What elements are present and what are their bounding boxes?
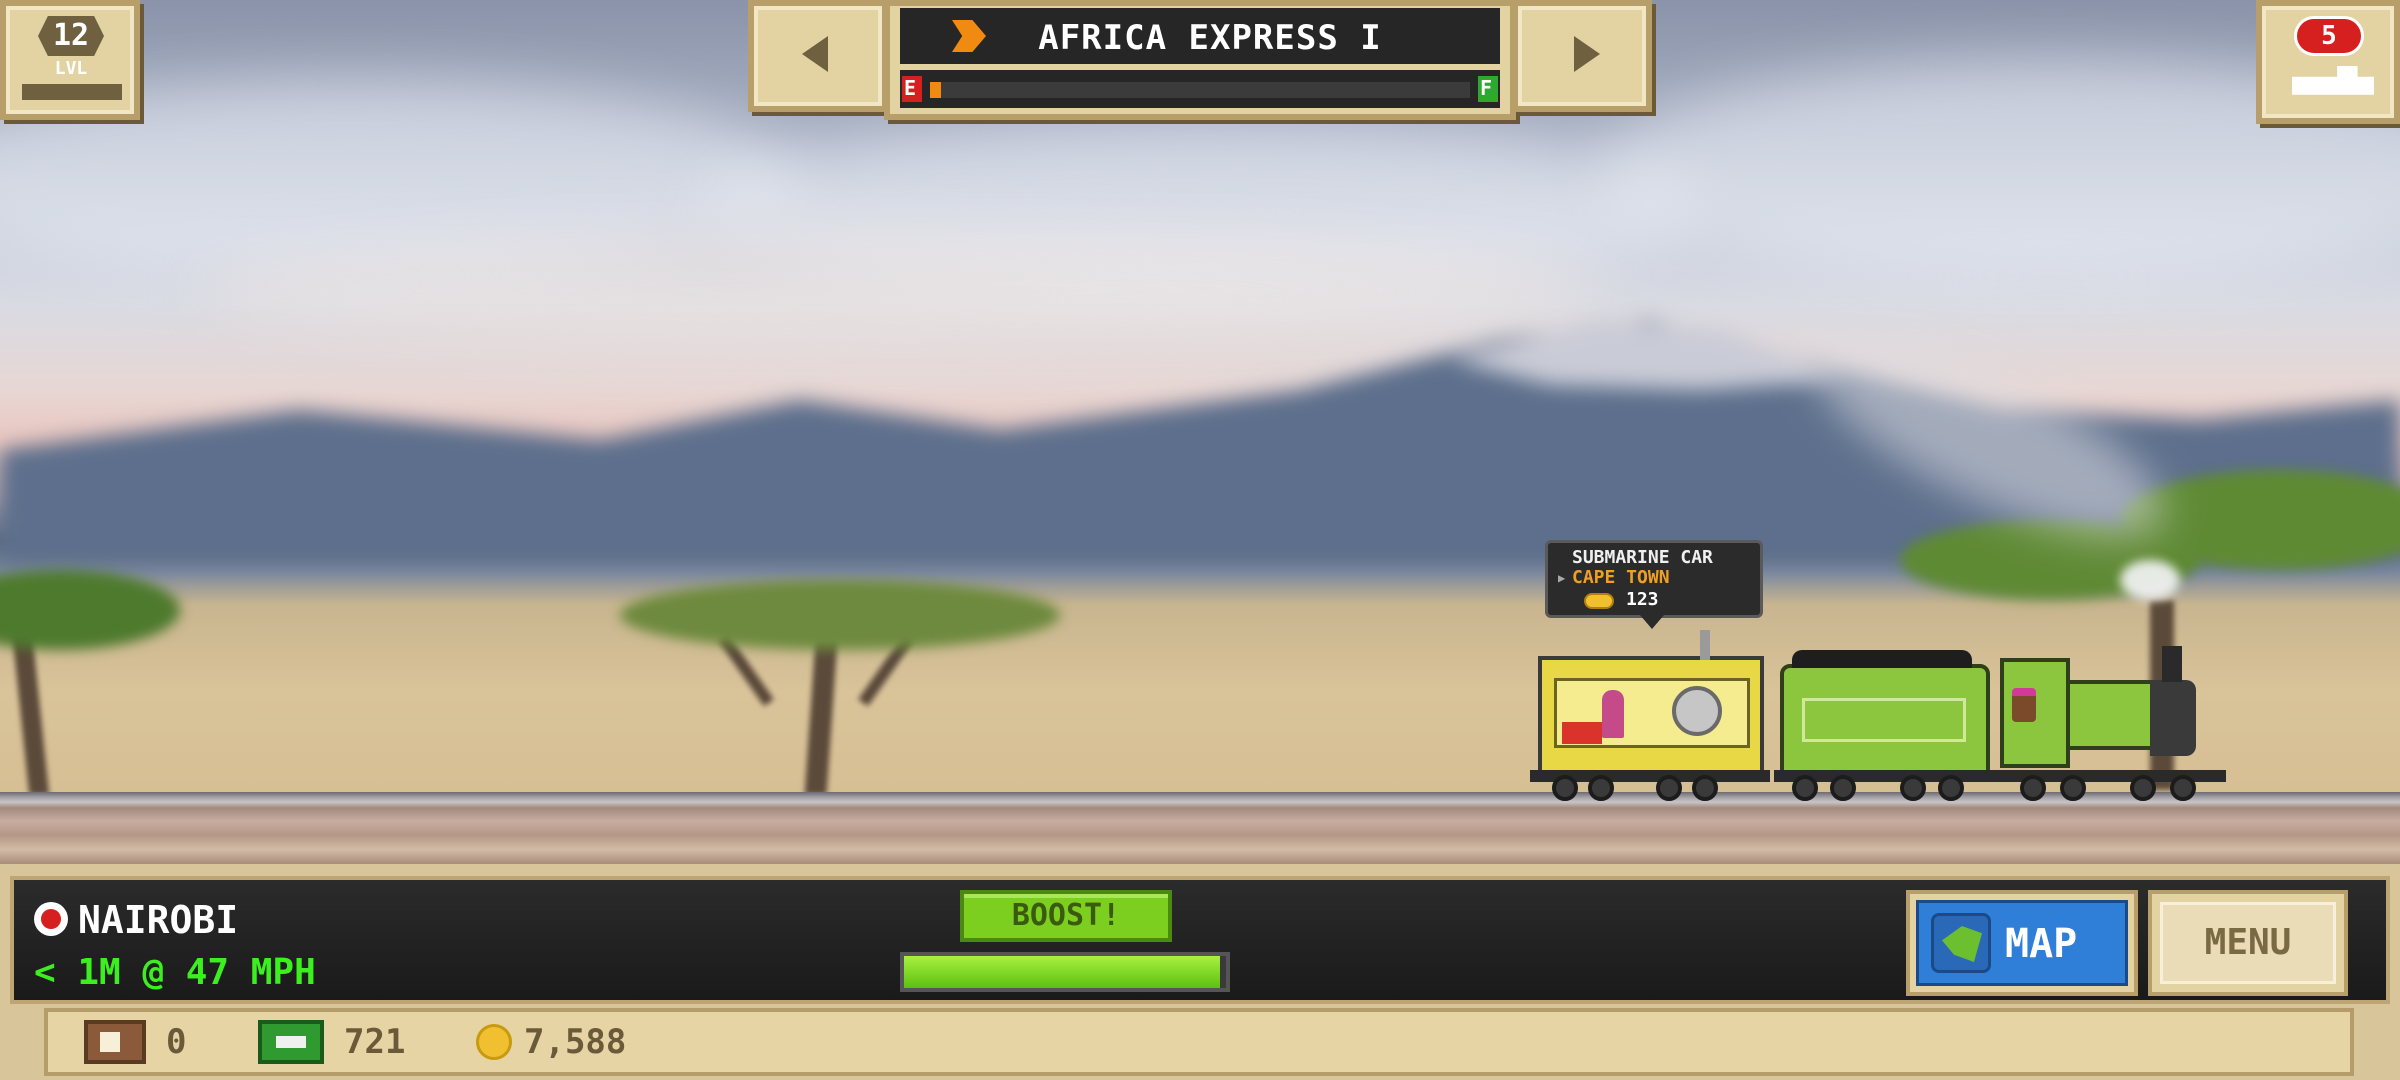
seat-icon — [1562, 722, 1602, 744]
cash-count: 721 — [344, 1022, 406, 1062]
globe-icon — [1931, 913, 1991, 973]
map-button-face: MAP — [1916, 900, 2128, 986]
fuel-gauge: E F — [900, 70, 1500, 108]
station-marker-dot — [41, 909, 61, 929]
level-badge[interactable]: 12 LVL — [0, 0, 140, 120]
wheel — [1588, 775, 1614, 801]
tree-canopy — [620, 580, 1060, 650]
coal-pile — [1792, 650, 1972, 668]
coins-count: 7,588 — [524, 1022, 627, 1062]
train-selector-panel[interactable]: AFRICA EXPRESS I E F — [884, 0, 1516, 120]
menu-label: MENU — [2204, 922, 2292, 963]
boost-button[interactable]: BOOST! — [960, 890, 1172, 942]
train-name: AFRICA EXPRESS I — [1038, 18, 1382, 58]
locomotive-icon — [2292, 66, 2374, 95]
coin-icon — [1584, 593, 1614, 609]
wheel — [2020, 775, 2046, 801]
train-name-box: AFRICA EXPRESS I — [900, 8, 1500, 64]
cash-band-icon — [276, 1036, 306, 1048]
wheel — [2170, 775, 2196, 801]
chimney — [2162, 646, 2182, 682]
level-label: LVL — [54, 58, 88, 79]
periscope-icon — [1700, 630, 1710, 660]
menu-button[interactable]: MENU — [2148, 890, 2348, 996]
continent-shape — [1942, 926, 1982, 962]
prev-train-button[interactable] — [748, 0, 888, 112]
coin-icon[interactable] — [476, 1024, 512, 1060]
wheel — [1552, 775, 1578, 801]
submarine-car[interactable] — [1538, 656, 1764, 776]
crate-icon[interactable] — [84, 1020, 146, 1064]
smoke-puff — [2120, 560, 2180, 600]
route-flag-icon — [952, 20, 986, 52]
wheel — [1830, 775, 1856, 801]
fuel-full-label: F — [1480, 76, 1493, 100]
crates-count: 0 — [166, 1022, 187, 1062]
distance-speed: < 1M @ 47 MPH — [34, 952, 316, 993]
wheel — [1692, 775, 1718, 801]
wheel — [2060, 775, 2086, 801]
fuel-fill — [930, 82, 941, 98]
boost-label: BOOST! — [1011, 898, 1121, 933]
play-arrow-icon: ▶ — [1558, 571, 1566, 585]
menu-button-face: MENU — [2160, 902, 2336, 984]
wheel — [1938, 775, 1964, 801]
smokebox — [2150, 680, 2196, 756]
tooltip-payout: 123 — [1626, 589, 1659, 610]
tender-car[interactable] — [1780, 664, 1990, 774]
passenger-icon — [1602, 690, 1624, 738]
tree-canopy — [0, 570, 180, 650]
cargo-tooltip[interactable]: SUBMARINE CAR ▶ CAPE TOWN 123 — [1545, 540, 1763, 618]
tender-panel — [1802, 698, 1966, 742]
boost-fill — [904, 956, 1220, 988]
trains-count-badge: 5 — [2294, 16, 2364, 56]
wheel — [1792, 775, 1818, 801]
boost-meter — [900, 952, 1230, 992]
station-panel: NAIROBI < 1M @ 47 MPH BOOST! MAP MENU — [10, 876, 2390, 1004]
fuel-track — [930, 82, 1470, 98]
fuel-empty-label: E — [904, 76, 917, 100]
map-label: MAP — [2005, 921, 2078, 967]
xp-bar — [22, 84, 122, 100]
station-name[interactable]: NAIROBI — [78, 898, 238, 942]
currency-bar: 0 721 7,588 — [44, 1008, 2354, 1076]
wheel — [2130, 775, 2156, 801]
arrow-left-icon — [802, 36, 828, 72]
tree-trunk — [804, 640, 838, 795]
wheel — [1900, 775, 1926, 801]
wheel — [1656, 775, 1682, 801]
station-marker-icon — [34, 902, 68, 936]
cash-icon[interactable] — [258, 1020, 324, 1064]
locomotive[interactable] — [2000, 646, 2200, 776]
tooltip-pointer — [1640, 615, 1664, 629]
trains-count: 5 — [2321, 21, 2337, 51]
tooltip-car-name: SUBMARINE CAR — [1572, 547, 1713, 568]
trains-button[interactable]: 5 — [2256, 0, 2400, 124]
arrow-right-icon — [1574, 36, 1600, 72]
map-button[interactable]: MAP — [1906, 890, 2138, 996]
tooltip-destination: CAPE TOWN — [1572, 567, 1670, 588]
driver-icon — [2012, 688, 2036, 722]
rail-track — [0, 792, 2400, 864]
next-train-button[interactable] — [1512, 0, 1652, 112]
porthole-icon — [1672, 686, 1722, 736]
level-number: 12 — [52, 18, 90, 53]
crate-label-icon — [100, 1032, 120, 1052]
train[interactable] — [1530, 620, 2230, 801]
